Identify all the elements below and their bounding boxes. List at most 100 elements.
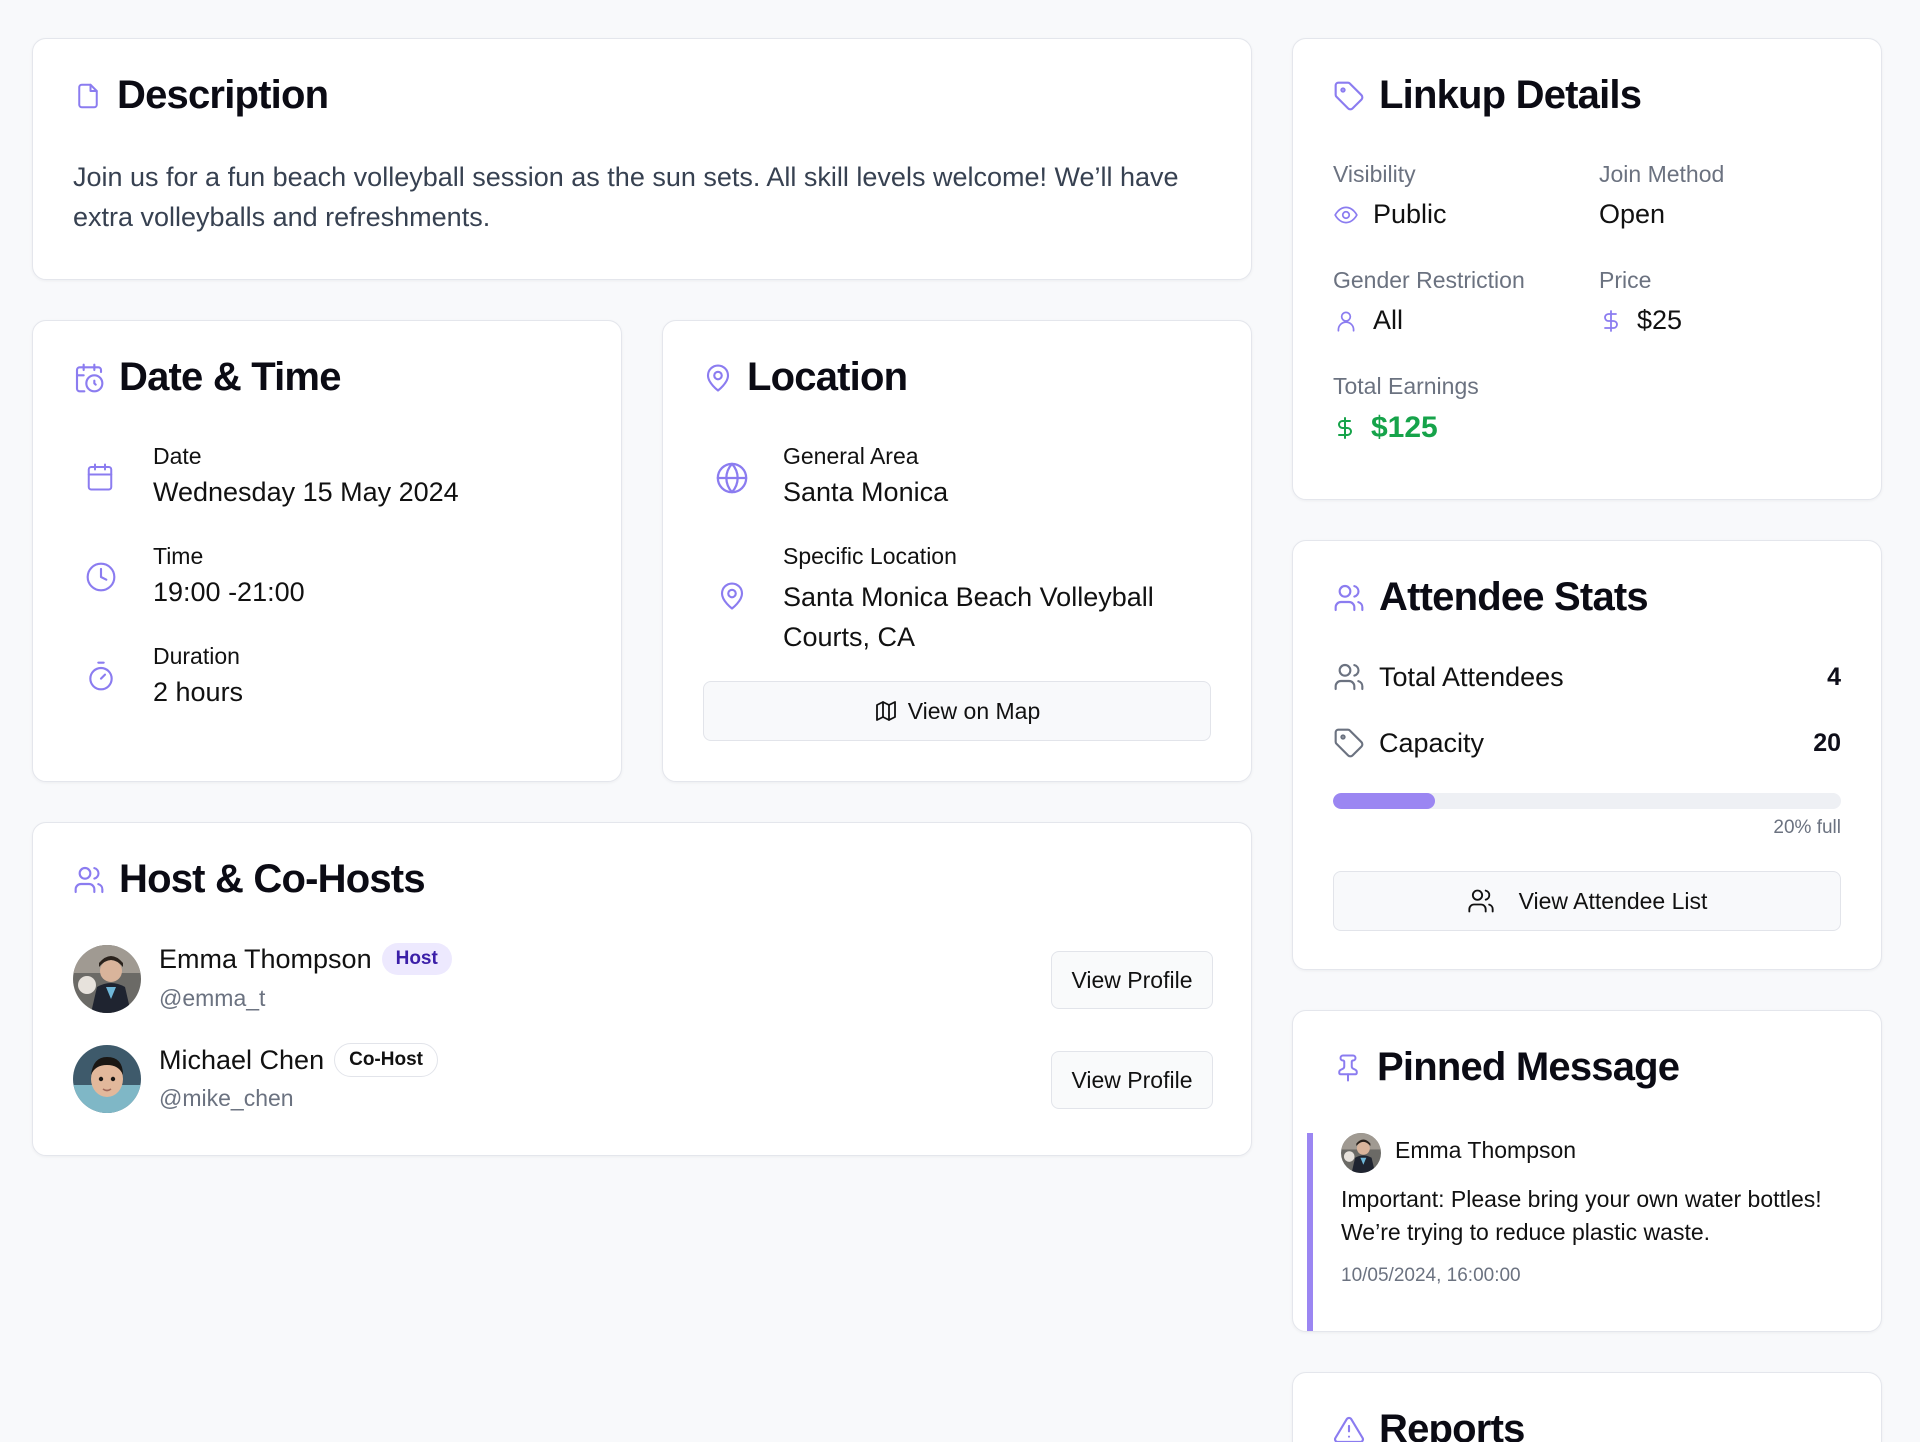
general-area-value: Santa Monica xyxy=(783,477,949,507)
map-pin-icon xyxy=(717,579,747,613)
description-title-text: Description xyxy=(117,73,329,117)
eye-icon xyxy=(1333,202,1359,228)
duration-value: 2 hours xyxy=(153,677,244,707)
specific-location-label: Specific Location xyxy=(783,543,957,569)
avatar xyxy=(73,1045,141,1113)
capacity-label: Capacity xyxy=(1379,727,1485,758)
specific-location-value: Santa Monica Beach Volleyball Courts, CA xyxy=(783,582,1154,652)
pinned-accent-bar xyxy=(1307,1133,1313,1331)
reports-title: Reports xyxy=(1333,1407,1525,1442)
description-title: Description xyxy=(73,73,329,118)
user-icon xyxy=(1333,308,1359,334)
view-profile-button[interactable]: View Profile xyxy=(1051,1051,1213,1109)
total-attendees-value: 4 xyxy=(1827,662,1841,691)
visibility-value: Public xyxy=(1373,199,1447,229)
time-value: 19:00 -21:00 xyxy=(153,577,305,607)
description-text: Join us for a fun beach volleyball sessi… xyxy=(73,162,1179,232)
avatar xyxy=(73,945,141,1013)
pinned-author: Emma Thompson xyxy=(1395,1137,1577,1163)
clock-icon xyxy=(85,561,117,593)
host-handle: @mike_chen xyxy=(159,1085,294,1111)
view-on-map-button[interactable]: View on Map xyxy=(703,681,1211,741)
date-label: Date xyxy=(153,443,202,469)
linkup-title-text: Linkup Details xyxy=(1379,73,1642,117)
host-name: Michael Chen xyxy=(159,1044,325,1075)
host-name-line: Emma Thompson Host xyxy=(159,943,452,975)
linkup-title: Linkup Details xyxy=(1333,73,1642,118)
stats-title-text: Attendee Stats xyxy=(1379,575,1649,619)
view-profile-label: View Profile xyxy=(1071,1066,1193,1093)
view-on-map-label: View on Map xyxy=(907,697,1041,724)
price-value: $25 xyxy=(1637,305,1683,335)
location-card: Location General Area Santa Monica Speci… xyxy=(662,320,1252,782)
datetime-card: Date & Time Date Wednesday 15 May 2024 T… xyxy=(32,320,622,782)
cohost-badge: Co-Host xyxy=(334,1043,438,1077)
visibility-value-line: Public xyxy=(1333,199,1447,230)
capacity-percent: 20% full xyxy=(1773,817,1841,838)
total-earnings-line: $125 xyxy=(1333,411,1438,445)
datetime-title: Date & Time xyxy=(73,355,341,400)
attendee-stats-card: Attendee Stats Total Attendees 4 Capacit… xyxy=(1292,540,1882,970)
host-name: Emma Thompson xyxy=(159,943,372,974)
capacity-progress-track xyxy=(1333,793,1841,809)
gender-value-line: All xyxy=(1333,305,1403,336)
hosts-title: Host & Co-Hosts xyxy=(73,857,426,902)
pinned-title-text: Pinned Message xyxy=(1377,1045,1680,1089)
join-method-label: Join Method xyxy=(1599,161,1725,187)
map-icon xyxy=(874,699,898,723)
price-value-line: $25 xyxy=(1599,305,1682,336)
location-title: Location xyxy=(703,355,908,400)
reports-title-text: Reports xyxy=(1379,1407,1525,1442)
capacity-progress-fill xyxy=(1333,793,1435,809)
hosts-title-text: Host & Co-Hosts xyxy=(119,857,426,901)
linkup-details-card: Linkup Details Visibility Public Join Me… xyxy=(1292,38,1882,500)
view-profile-label: View Profile xyxy=(1071,966,1193,993)
total-attendees-row: Total Attendees 4 xyxy=(1333,661,1841,693)
calendar-icon xyxy=(85,461,115,493)
date-value: Wednesday 15 May 2024 xyxy=(153,477,459,507)
stats-title: Attendee Stats xyxy=(1333,575,1649,620)
globe-icon xyxy=(715,461,749,495)
avatar xyxy=(1341,1133,1381,1173)
host-badge: Host xyxy=(381,943,452,975)
view-profile-button[interactable]: View Profile xyxy=(1051,951,1213,1009)
pinned-message-text: Important: Please bring your own water b… xyxy=(1341,1186,1822,1245)
pinned-message-card: Pinned Message Emma Thompson Important: … xyxy=(1292,1010,1882,1332)
hosts-card: Host & Co-Hosts Emma Thompson Host @emma… xyxy=(32,822,1252,1156)
view-attendee-list-button[interactable]: View Attendee List xyxy=(1333,871,1841,931)
join-method-value: Open xyxy=(1599,199,1666,229)
price-label: Price xyxy=(1599,267,1652,293)
users-icon xyxy=(73,864,105,896)
pinned-timestamp: 10/05/2024, 16:00:00 xyxy=(1341,1265,1521,1286)
view-attendee-list-label: View Attendee List xyxy=(1518,887,1708,914)
time-label: Time xyxy=(153,543,204,569)
total-attendees-label: Total Attendees xyxy=(1379,661,1564,692)
pin-icon xyxy=(1333,1051,1363,1085)
gender-label: Gender Restriction xyxy=(1333,267,1525,293)
visibility-label: Visibility xyxy=(1333,161,1416,187)
calendar-clock-icon xyxy=(73,361,105,395)
timer-icon xyxy=(85,659,117,693)
capacity-label-group: Capacity xyxy=(1333,727,1484,759)
host-name-line: Michael Chen Co-Host xyxy=(159,1043,438,1077)
users-icon xyxy=(1333,582,1365,614)
reports-card: Reports xyxy=(1292,1372,1882,1442)
map-pin-icon xyxy=(703,361,733,395)
tag-icon xyxy=(1333,727,1365,759)
location-title-text: Location xyxy=(747,355,908,399)
alert-triangle-icon xyxy=(1333,1414,1365,1442)
pinned-title: Pinned Message xyxy=(1333,1045,1680,1090)
datetime-title-text: Date & Time xyxy=(119,355,341,399)
total-earnings-value: $125 xyxy=(1371,411,1438,444)
gender-value: All xyxy=(1373,305,1404,335)
file-icon xyxy=(73,79,103,113)
general-area-label: General Area xyxy=(783,443,919,469)
description-card: Description Join us for a fun beach voll… xyxy=(32,38,1252,280)
tag-icon xyxy=(1333,80,1365,112)
total-attendees-label-group: Total Attendees xyxy=(1333,661,1564,693)
total-earnings-label: Total Earnings xyxy=(1333,373,1479,399)
duration-label: Duration xyxy=(153,643,240,669)
host-handle: @emma_t xyxy=(159,985,266,1011)
dollar-icon xyxy=(1333,413,1357,443)
users-icon xyxy=(1467,887,1495,915)
